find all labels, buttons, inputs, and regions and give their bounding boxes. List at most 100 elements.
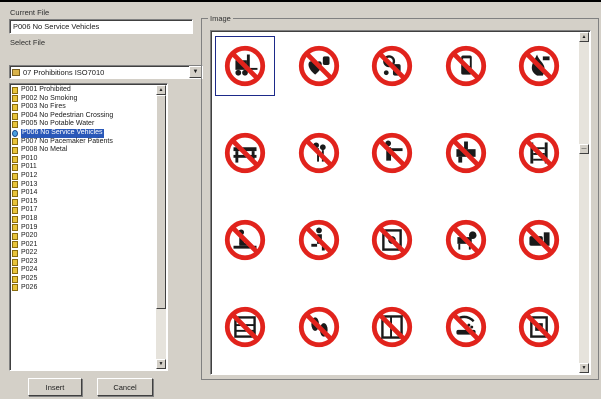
sign-ladder[interactable] xyxy=(509,123,569,183)
select-file-dropdown[interactable]: 07 Prohibitions ISO7010 ▼ xyxy=(9,65,203,79)
list-item-label: P023 xyxy=(21,257,38,265)
file-list-items: P001 Prohibited P002 No Smoking P003 No Fi… xyxy=(12,86,157,292)
cancel-button[interactable]: Cancel xyxy=(97,378,153,396)
file-list[interactable]: P001 Prohibited P002 No Smoking P003 No Fi… xyxy=(9,83,168,371)
list-item[interactable]: P018 xyxy=(12,215,157,224)
file-icon xyxy=(12,138,18,146)
sign-metal-objects[interactable] xyxy=(362,36,422,96)
image-label: Image xyxy=(208,14,233,23)
file-icon xyxy=(12,86,18,94)
sign-cage[interactable] xyxy=(362,297,422,357)
list-item[interactable]: P022 xyxy=(12,249,157,258)
file-icon xyxy=(12,112,18,120)
list-item[interactable]: P010 xyxy=(12,155,157,164)
prohibition-footprints-icon xyxy=(298,306,339,348)
file-icon xyxy=(12,224,18,232)
prohibition-pacemaker-icon xyxy=(298,45,339,87)
sign-barrier[interactable] xyxy=(215,123,275,183)
list-item[interactable]: P020 xyxy=(12,232,157,241)
sign-flowers[interactable] xyxy=(289,123,349,183)
file-icon xyxy=(12,146,18,154)
select-file-label: Select File xyxy=(10,38,46,47)
sign-pacemaker[interactable] xyxy=(289,36,349,96)
sign-shower[interactable] xyxy=(436,297,496,357)
scroll-up-icon[interactable]: ▲ xyxy=(579,32,589,42)
file-icon xyxy=(12,172,18,180)
scroll-mid-marker[interactable]: — xyxy=(579,144,589,154)
scroll-down-icon[interactable]: ▼ xyxy=(156,359,166,369)
file-icon xyxy=(12,189,18,197)
list-item-label: P010 xyxy=(21,154,38,162)
sign-fire-flame[interactable] xyxy=(509,36,569,96)
sign-forklift[interactable] xyxy=(215,36,275,96)
prohibition-forklift-icon xyxy=(224,45,266,87)
file-icon xyxy=(12,181,18,189)
list-item[interactable]: P008 No Metal xyxy=(12,146,157,155)
list-item[interactable]: P021 xyxy=(12,241,157,250)
sign-person-touch[interactable] xyxy=(362,123,422,183)
list-item[interactable]: P013 xyxy=(12,181,157,190)
sign-box[interactable] xyxy=(509,297,569,357)
scroll-down-icon[interactable]: ▼ xyxy=(579,363,589,373)
file-icon xyxy=(12,284,18,292)
list-item[interactable]: P011 xyxy=(12,163,157,172)
sign-climb-person[interactable] xyxy=(289,210,349,270)
prohibition-person-touch-icon xyxy=(371,132,413,174)
sign-shelves[interactable] xyxy=(215,297,275,357)
file-icon xyxy=(12,258,18,266)
scroll-thumb[interactable] xyxy=(156,95,166,309)
file-icon xyxy=(12,215,18,223)
list-item[interactable]: P004 No Pedestrian Crossing xyxy=(12,112,157,121)
list-item-label: P003 No Fires xyxy=(21,103,66,111)
image-panel[interactable]: ▲ — ▼ xyxy=(210,30,591,375)
list-item[interactable]: P017 xyxy=(12,206,157,215)
list-item-label: P007 No Pacemaker Patients xyxy=(21,137,113,145)
list-item[interactable]: P026 xyxy=(12,284,157,293)
list-item-label: P012 xyxy=(21,171,38,179)
prohibition-metal-objects-icon xyxy=(371,45,413,87)
list-item[interactable]: P003 No Fires xyxy=(12,103,157,112)
list-item[interactable]: P019 xyxy=(12,224,157,233)
sign-machine[interactable] xyxy=(362,210,422,270)
list-item[interactable]: P024 xyxy=(12,266,157,275)
file-list-scrollbar[interactable]: ▲ ▼ xyxy=(156,85,166,369)
list-item[interactable]: P005 No Potable Water xyxy=(12,120,157,129)
file-icon xyxy=(12,275,18,283)
list-item[interactable]: P001 Prohibited xyxy=(12,86,157,95)
prohibition-sit-person-icon xyxy=(224,219,266,261)
list-item[interactable]: P002 No Smoking xyxy=(12,95,157,104)
list-item[interactable]: P025 xyxy=(12,275,157,284)
file-icon xyxy=(12,232,18,240)
file-icon xyxy=(12,164,18,172)
sign-phone[interactable] xyxy=(436,36,496,96)
file-icon xyxy=(12,155,18,163)
list-item[interactable]: P014 xyxy=(12,189,157,198)
file-icon xyxy=(12,95,18,103)
sign-tool-use[interactable] xyxy=(436,123,496,183)
prohibition-shelves-icon xyxy=(224,306,266,348)
insert-button[interactable]: Insert xyxy=(28,378,82,396)
list-item-label: P011 xyxy=(21,163,37,171)
sign-sit-person[interactable] xyxy=(215,210,275,270)
window-top-border xyxy=(0,0,601,2)
list-item[interactable]: P012 xyxy=(12,172,157,181)
list-item[interactable]: P006 No Service Vehicles xyxy=(12,128,157,138)
sign-food[interactable] xyxy=(509,210,569,270)
list-item[interactable]: P023 xyxy=(12,258,157,267)
list-item[interactable]: P007 No Pacemaker Patients xyxy=(12,138,157,147)
file-icon xyxy=(12,241,18,249)
sign-dog[interactable] xyxy=(436,210,496,270)
list-item-label: P018 xyxy=(21,214,38,222)
image-scrollbar[interactable]: ▲ — ▼ xyxy=(579,32,589,373)
prohibition-barrier-icon xyxy=(224,132,266,174)
list-item-label: P008 No Metal xyxy=(21,146,68,154)
file-icon xyxy=(12,129,18,137)
sign-footprints[interactable] xyxy=(289,297,349,357)
list-item-label: P002 No Smoking xyxy=(21,94,78,102)
select-file-value: 07 Prohibitions ISO7010 xyxy=(23,67,105,77)
file-icon xyxy=(12,198,18,206)
list-item[interactable]: P015 xyxy=(12,198,157,207)
scroll-up-icon[interactable]: ▲ xyxy=(156,85,166,95)
prohibition-ladder-icon xyxy=(518,132,560,174)
prohibition-machine-icon xyxy=(371,219,413,261)
